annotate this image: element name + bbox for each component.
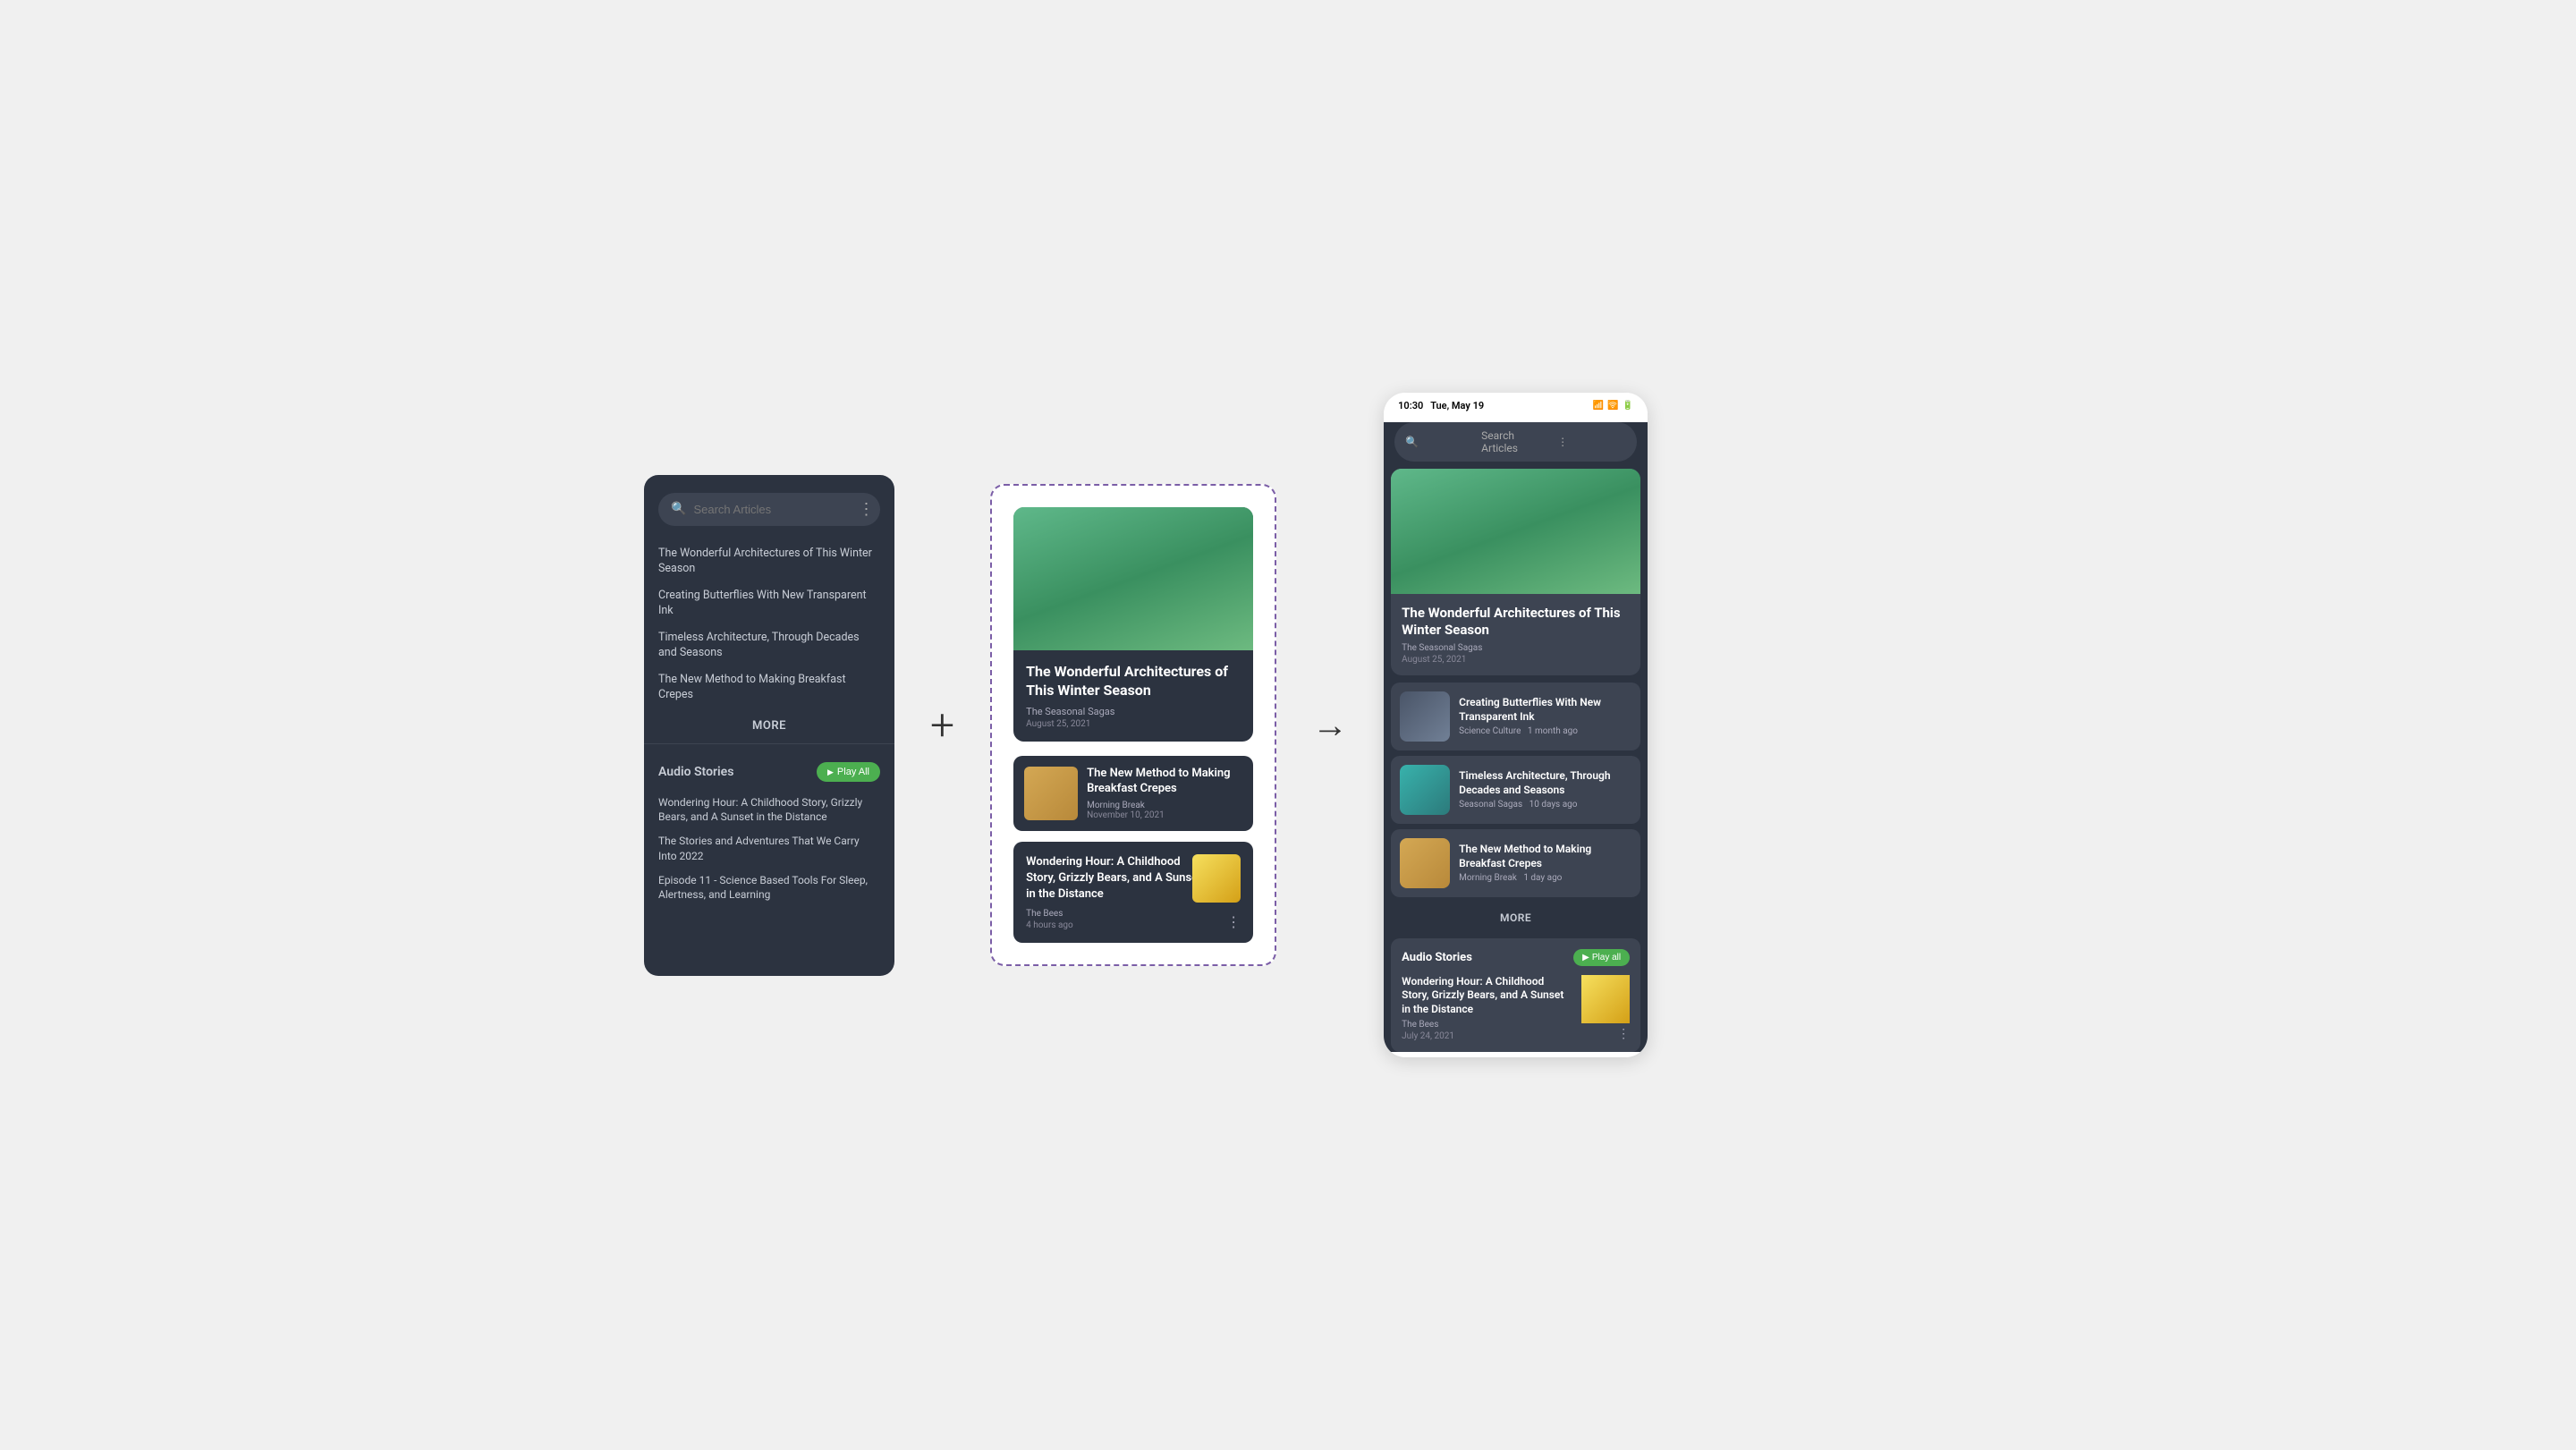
left-search-input[interactable] (693, 503, 851, 516)
article-category: Morning Break (1087, 801, 1242, 810)
right-article-row[interactable]: The New Method to Making Breakfast Crepe… (1391, 829, 1640, 897)
search-placeholder: Search Articles (1481, 429, 1550, 454)
podcast-more-icon[interactable]: ⋮ (1226, 913, 1241, 930)
divider (644, 743, 894, 744)
right-search-bar[interactable]: 🔍 Search Articles ⋮ (1394, 422, 1637, 462)
search-icon: 🔍 (1405, 436, 1474, 448)
right-featured-date: August 25, 2021 (1402, 655, 1630, 665)
podcast-author: The Bees (1026, 909, 1241, 919)
left-article-list: The Wonderful Architectures of This Wint… (644, 540, 894, 708)
right-phone: 10:30 Tue, May 19 📶 🛜 🔋 🔍 Search Article… (1384, 393, 1648, 1058)
podcast-card[interactable]: Wondering Hour: A Childhood Story, Grizz… (1013, 842, 1253, 943)
left-search-bar[interactable]: 🔍 ⋮ (658, 493, 880, 526)
article-text: The New Method to Making Breakfast Crepe… (1459, 843, 1631, 883)
audio-list-item[interactable]: Episode 11 - Science Based Tools For Sle… (658, 869, 880, 908)
left-audio-section: Audio Stories Play All Wondering Hour: A… (644, 751, 894, 908)
podcast-title: Wondering Hour: A Childhood Story, Grizz… (1402, 975, 1572, 1017)
status-icons: 📶 🛜 🔋 (1593, 401, 1633, 411)
featured-subtitle: The Seasonal Sagas (1026, 706, 1241, 717)
right-article-row[interactable]: Creating Butterflies With New Transparen… (1391, 683, 1640, 750)
audio-header: Audio Stories Play All (658, 762, 880, 782)
center-box: The Wonderful Architectures of This Wint… (990, 484, 1276, 965)
wifi-icon: 🛜 (1607, 401, 1618, 411)
right-featured-card[interactable]: The Wonderful Architectures of This Wint… (1391, 469, 1640, 675)
phone-body: 🔍 Search Articles ⋮ The Wonderful Archit… (1384, 422, 1648, 1053)
article-text: Timeless Architecture, Through Decades a… (1459, 769, 1631, 810)
more-options-icon[interactable]: ⋮ (858, 500, 874, 519)
right-featured-subtitle: The Seasonal Sagas (1402, 643, 1630, 653)
signal-icon: 📶 (1593, 401, 1604, 411)
more-button[interactable]: MORE (644, 719, 894, 733)
podcast-image (1192, 854, 1241, 903)
featured-title: The Wonderful Architectures of This Wint… (1026, 663, 1241, 700)
audio-section-title: Audio Stories (658, 765, 733, 779)
article-category: Morning Break 1 day ago (1459, 873, 1631, 883)
article-thumbnail (1400, 765, 1450, 815)
list-item[interactable]: Timeless Architecture, Through Decades a… (658, 624, 880, 666)
article-category: Seasonal Sagas 10 days ago (1459, 800, 1631, 810)
right-featured-content: The Wonderful Architectures of This Wint… (1391, 594, 1640, 675)
article-category: Science Culture 1 month ago (1459, 726, 1631, 736)
article-thumbnail (1400, 838, 1450, 888)
podcast-time: 4 hours ago (1026, 920, 1241, 930)
podcast-image (1581, 975, 1630, 1023)
audio-list-item[interactable]: The Stories and Adventures That We Carry… (658, 829, 880, 869)
plus-symbol: + (930, 700, 954, 750)
arrow-symbol: → (1312, 704, 1348, 746)
article-title: The New Method to Making Breakfast Crepe… (1087, 767, 1242, 797)
right-podcast-content: Wondering Hour: A Childhood Story, Grizz… (1402, 975, 1572, 1042)
right-featured-image (1391, 469, 1640, 594)
featured-content: The Wonderful Architectures of This Wint… (1013, 650, 1253, 742)
list-item[interactable]: Creating Butterflies With New Transparen… (658, 582, 880, 624)
right-podcast-row[interactable]: Wondering Hour: A Childhood Story, Grizz… (1402, 975, 1630, 1042)
article-title: Creating Butterflies With New Transparen… (1459, 696, 1631, 724)
small-card[interactable]: The New Method to Making Breakfast Crepe… (1013, 756, 1253, 831)
status-time: 10:30 Tue, May 19 (1398, 400, 1484, 411)
article-title: Timeless Architecture, Through Decades a… (1459, 769, 1631, 797)
list-item[interactable]: The Wonderful Architectures of This Wint… (658, 540, 880, 582)
article-date: November 10, 2021 (1087, 810, 1242, 820)
right-more-button[interactable]: MORE (1384, 903, 1648, 933)
featured-image (1013, 507, 1253, 650)
podcast-more-icon[interactable]: ⋮ (1617, 1027, 1630, 1041)
status-bar: 10:30 Tue, May 19 📶 🛜 🔋 (1384, 393, 1648, 415)
article-content: The New Method to Making Breakfast Crepe… (1087, 767, 1242, 820)
article-text: Creating Butterflies With New Transparen… (1459, 696, 1631, 736)
play-all-label: Play All (837, 767, 869, 777)
play-all-label: Play all (1592, 953, 1621, 962)
right-featured-title: The Wonderful Architectures of This Wint… (1402, 605, 1630, 640)
more-options-icon[interactable]: ⋮ (1557, 436, 1626, 448)
podcast-date: July 24, 2021 (1402, 1031, 1572, 1041)
play-icon: ▶ (1582, 953, 1589, 962)
play-icon (827, 767, 834, 777)
right-play-all-button[interactable]: ▶ Play all (1573, 949, 1630, 966)
play-all-button[interactable]: Play All (817, 762, 880, 782)
article-thumbnail (1400, 691, 1450, 742)
right-audio-title: Audio Stories (1402, 951, 1472, 964)
right-audio-header: Audio Stories ▶ Play all (1402, 949, 1630, 966)
main-container: 🔍 ⋮ The Wonderful Architectures of This … (644, 393, 1932, 1058)
featured-date: August 25, 2021 (1026, 719, 1241, 729)
article-thumbnail (1024, 767, 1078, 820)
left-phone: 🔍 ⋮ The Wonderful Architectures of This … (644, 475, 894, 976)
audio-list-item[interactable]: Wondering Hour: A Childhood Story, Grizz… (658, 791, 880, 830)
featured-card[interactable]: The Wonderful Architectures of This Wint… (1013, 507, 1253, 742)
list-item[interactable]: The New Method to Making Breakfast Crepe… (658, 666, 880, 708)
search-icon: 🔍 (671, 502, 686, 516)
article-title: The New Method to Making Breakfast Crepe… (1459, 843, 1631, 870)
right-article-row[interactable]: Timeless Architecture, Through Decades a… (1391, 756, 1640, 824)
podcast-author: The Bees (1402, 1020, 1572, 1030)
right-audio-section: Audio Stories ▶ Play all Wondering Hour:… (1391, 938, 1640, 1053)
battery-icon: 🔋 (1623, 401, 1633, 411)
